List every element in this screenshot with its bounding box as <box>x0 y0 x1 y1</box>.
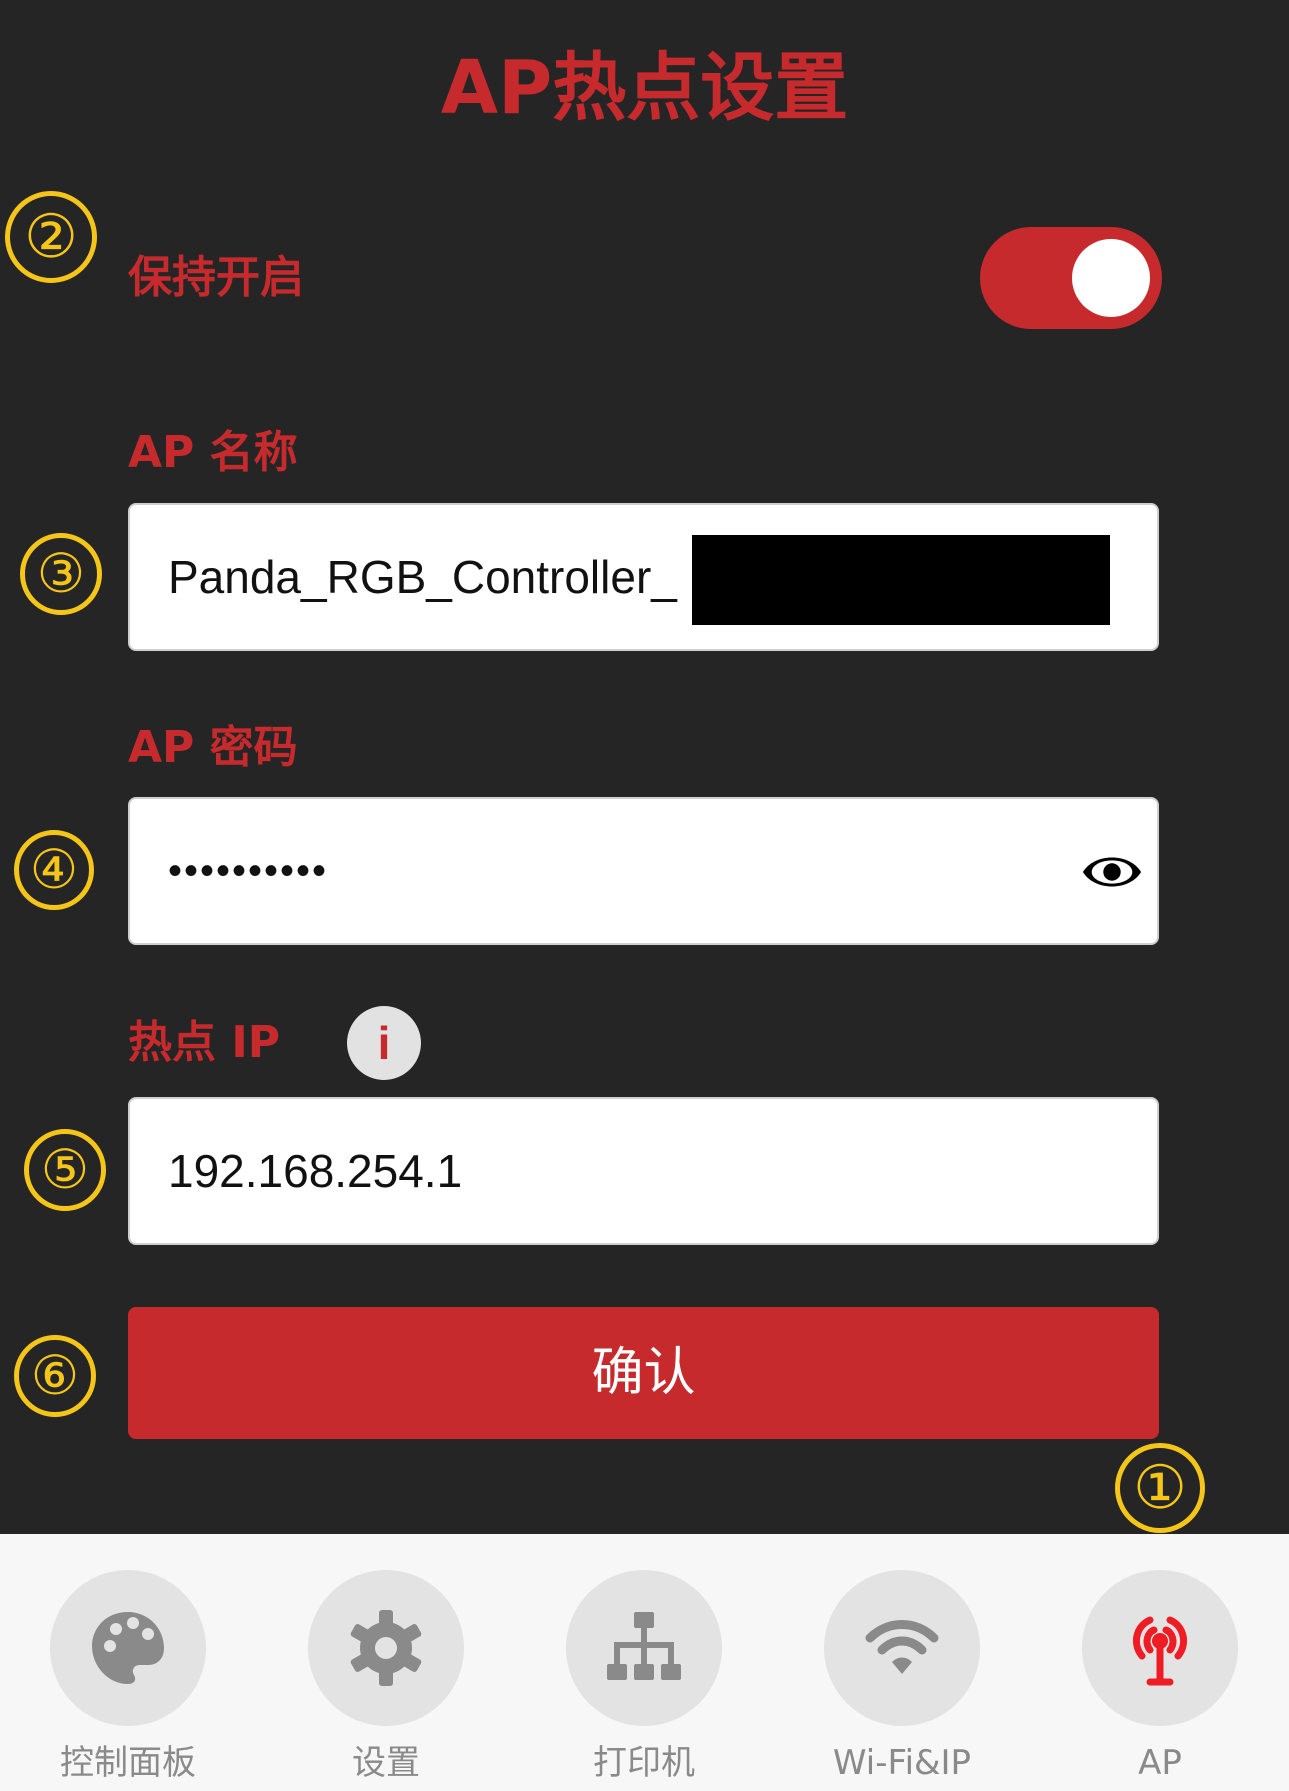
page-title: AP热点设置 <box>440 45 849 131</box>
network-icon <box>607 1612 681 1680</box>
tab-icon-circle <box>308 1570 464 1726</box>
toggle-knob <box>1072 239 1150 317</box>
eye-icon[interactable] <box>1081 841 1143 903</box>
ap-name-field[interactable]: Panda_RGB_Controller_ <box>128 503 1159 651</box>
bottom-tab-bar: 控制面板 设置 打印机 Wi-Fi&IP AP <box>0 1534 1289 1791</box>
annotation-marker-4: ④ <box>14 830 94 910</box>
confirm-button[interactable]: 确认 <box>128 1307 1159 1439</box>
hotspot-ip-field[interactable]: 192.168.254.1 <box>128 1097 1159 1245</box>
info-icon[interactable]: i <box>347 1006 421 1080</box>
ap-password-value: •••••••••• <box>168 849 329 893</box>
tab-settings[interactable]: 设置 <box>276 1570 496 1791</box>
tab-icon-circle <box>566 1570 722 1726</box>
tab-label: AP <box>1138 1743 1182 1783</box>
hotspot-icon <box>1132 1616 1188 1686</box>
annotation-marker-6: ⑥ <box>14 1335 96 1417</box>
gear-icon <box>350 1610 422 1686</box>
annotation-marker-1: ① <box>1115 1443 1205 1533</box>
hotspot-ip-value: 192.168.254.1 <box>168 1145 463 1197</box>
tab-label: 控制面板 <box>60 1743 196 1783</box>
palette-icon <box>92 1612 164 1684</box>
tab-icon-circle <box>1082 1570 1238 1726</box>
tab-printer[interactable]: 打印机 <box>534 1570 754 1791</box>
hotspot-ip-label: 热点 IP <box>128 1017 280 1068</box>
annotation-marker-2: ② <box>5 191 97 283</box>
annotation-marker-3: ③ <box>20 533 102 615</box>
tab-label: 设置 <box>352 1743 420 1783</box>
tab-label: Wi-Fi&IP <box>832 1743 972 1783</box>
ap-name-label: AP 名称 <box>128 427 298 478</box>
ap-name-value: Panda_RGB_Controller_ <box>168 551 677 603</box>
redaction-box <box>692 535 1110 625</box>
ap-password-label: AP 密码 <box>128 722 298 773</box>
tab-ap[interactable]: AP <box>1050 1570 1270 1791</box>
tab-wifi-ip[interactable]: Wi-Fi&IP <box>792 1570 1012 1791</box>
tab-icon-circle <box>824 1570 980 1726</box>
tab-control-panel[interactable]: 控制面板 <box>18 1570 238 1791</box>
annotation-marker-5: ⑤ <box>24 1129 106 1211</box>
ap-password-field[interactable]: •••••••••• <box>128 797 1159 945</box>
wifi-icon <box>865 1620 939 1674</box>
tab-icon-circle <box>50 1570 206 1726</box>
keep-on-toggle[interactable] <box>980 227 1162 329</box>
tab-label: 打印机 <box>593 1743 695 1783</box>
keep-on-label: 保持开启 <box>128 252 304 303</box>
